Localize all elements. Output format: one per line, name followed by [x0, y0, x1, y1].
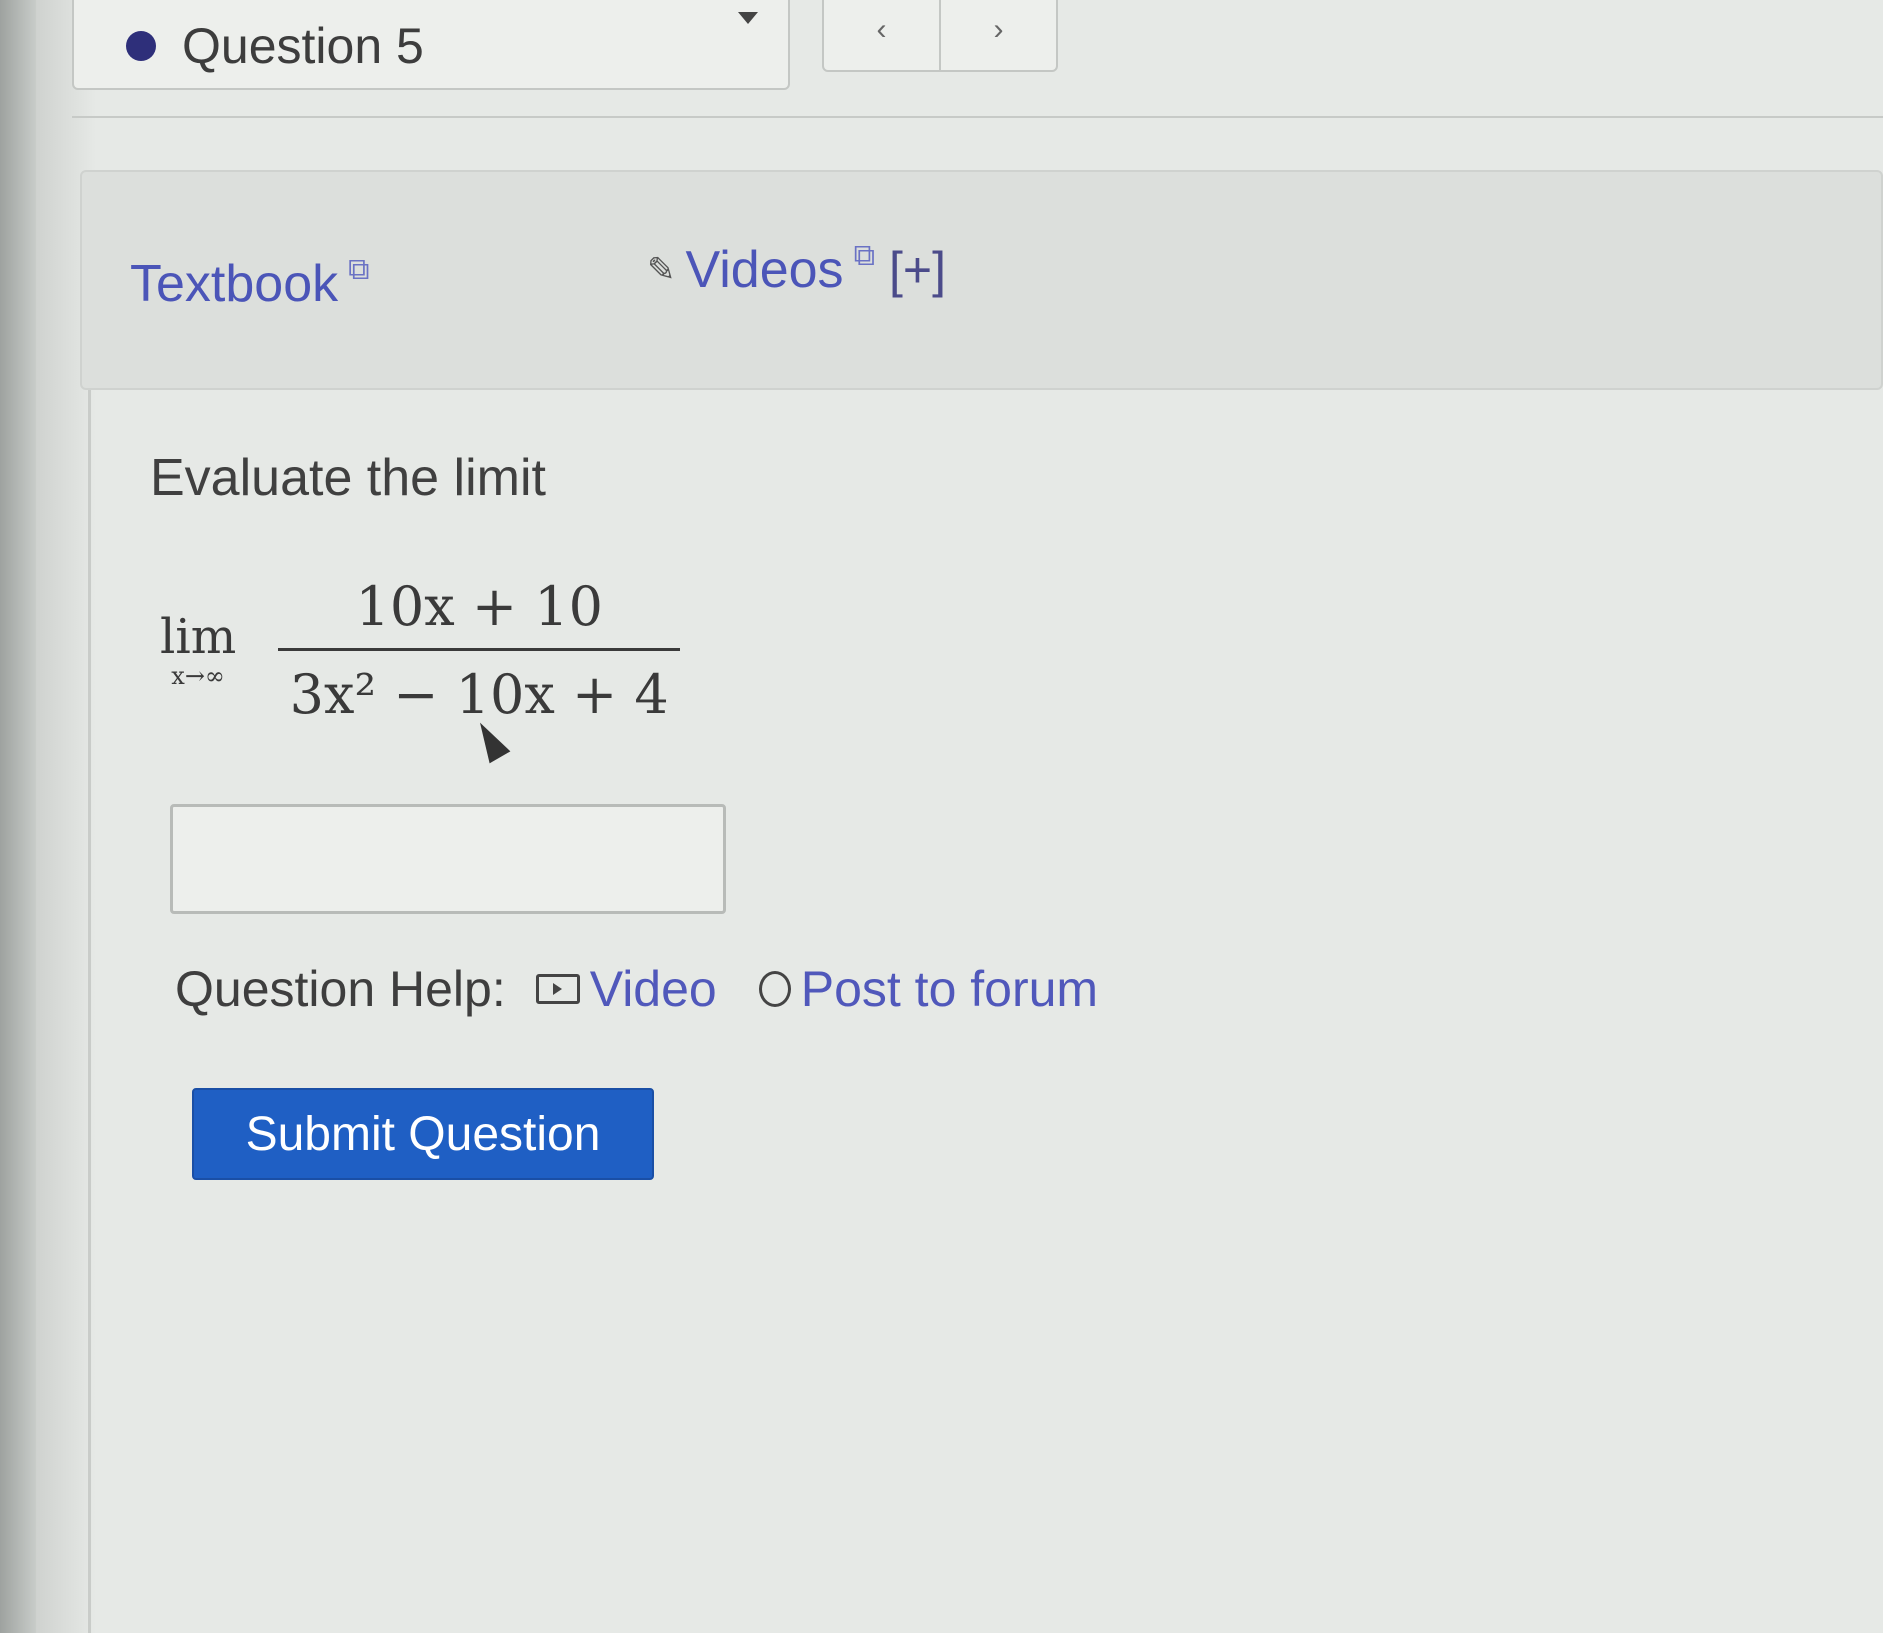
question-selector-label: Question 5 — [182, 18, 424, 74]
resources-banner: Textbook ⧉ ✎ Videos ⧉ [+] — [80, 170, 1883, 390]
answer-input[interactable] — [170, 804, 726, 914]
content-border — [88, 380, 91, 1633]
submit-question-button[interactable]: Submit Question — [192, 1088, 654, 1180]
textbook-link-label: Textbook — [130, 255, 339, 313]
videos-link-label: Videos — [685, 241, 844, 299]
question-help-label: Question Help: — [175, 961, 506, 1017]
next-question-button[interactable]: › — [939, 0, 1056, 70]
question-nav-buttons: ‹ › — [822, 0, 1058, 72]
limit-operator: lim x→∞ — [160, 612, 236, 690]
forum-icon — [758, 971, 791, 1007]
external-link-icon: ⧉ — [348, 253, 370, 286]
expand-videos-toggle[interactable]: [+] — [889, 241, 946, 299]
videos-link[interactable]: ✎ Videos ⧉ [+] — [647, 239, 946, 300]
dropdown-caret-icon — [738, 12, 758, 24]
pencil-icon: ✎ — [647, 251, 676, 289]
help-video-link[interactable]: Video — [590, 960, 717, 1018]
question-selector[interactable]: Question 5 — [72, 0, 790, 90]
previous-question-button[interactable]: ‹ — [824, 0, 939, 70]
video-icon — [535, 974, 580, 1004]
limit-expression: lim x→∞ 10x + 10 3x² − 10x + 4 — [160, 575, 681, 726]
chevron-left-icon: ‹ — [876, 13, 887, 46]
monitor-bezel — [0, 0, 36, 1633]
question-status-dot — [126, 31, 156, 61]
limit-subscript: x→∞ — [171, 661, 225, 690]
chevron-right-icon: › — [993, 13, 1004, 46]
header-divider — [72, 116, 1883, 118]
textbook-link[interactable]: Textbook ⧉ — [130, 253, 370, 314]
question-prompt: Evaluate the limit — [150, 449, 546, 507]
post-to-forum-link[interactable]: Post to forum — [801, 960, 1098, 1018]
fraction-denominator: 3x² − 10x + 4 — [289, 663, 669, 726]
limit-fraction: 10x + 10 3x² − 10x + 4 — [278, 575, 681, 726]
fraction-numerator: 10x + 10 — [355, 575, 603, 638]
question-help: Question Help: Video Post to forum — [175, 960, 1098, 1018]
external-link-icon: ⧉ — [853, 239, 875, 272]
limit-word: lim — [160, 608, 237, 665]
